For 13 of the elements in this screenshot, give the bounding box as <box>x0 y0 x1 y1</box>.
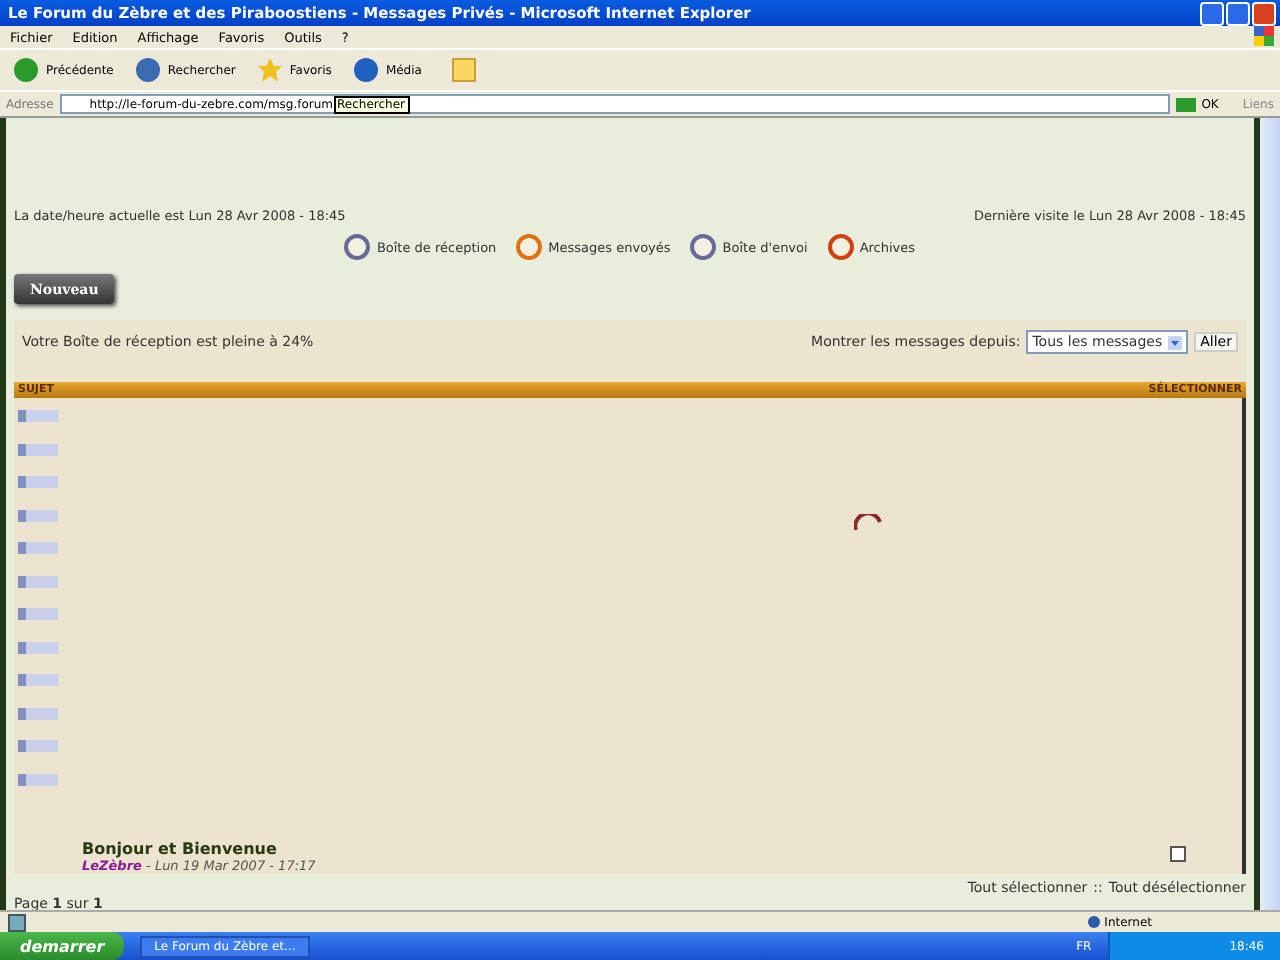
minimize-button[interactable] <box>1200 1 1224 25</box>
toolbar-icon <box>12 56 40 84</box>
toolbar-icon <box>133 56 162 84</box>
scrollbar[interactable] <box>1260 118 1280 910</box>
toolbar-icon <box>351 56 380 84</box>
close-button[interactable] <box>1252 1 1276 25</box>
toolbar-icon <box>255 56 284 84</box>
windows-logo-icon <box>1254 26 1274 46</box>
message-subject[interactable]: Bonjour et Bienvenue <box>82 840 316 858</box>
dropdown-arrow-icon[interactable] <box>1168 335 1183 350</box>
loading-icon <box>854 514 882 530</box>
checkbox[interactable] <box>1170 846 1186 862</box>
maximize-button[interactable] <box>1226 1 1250 25</box>
